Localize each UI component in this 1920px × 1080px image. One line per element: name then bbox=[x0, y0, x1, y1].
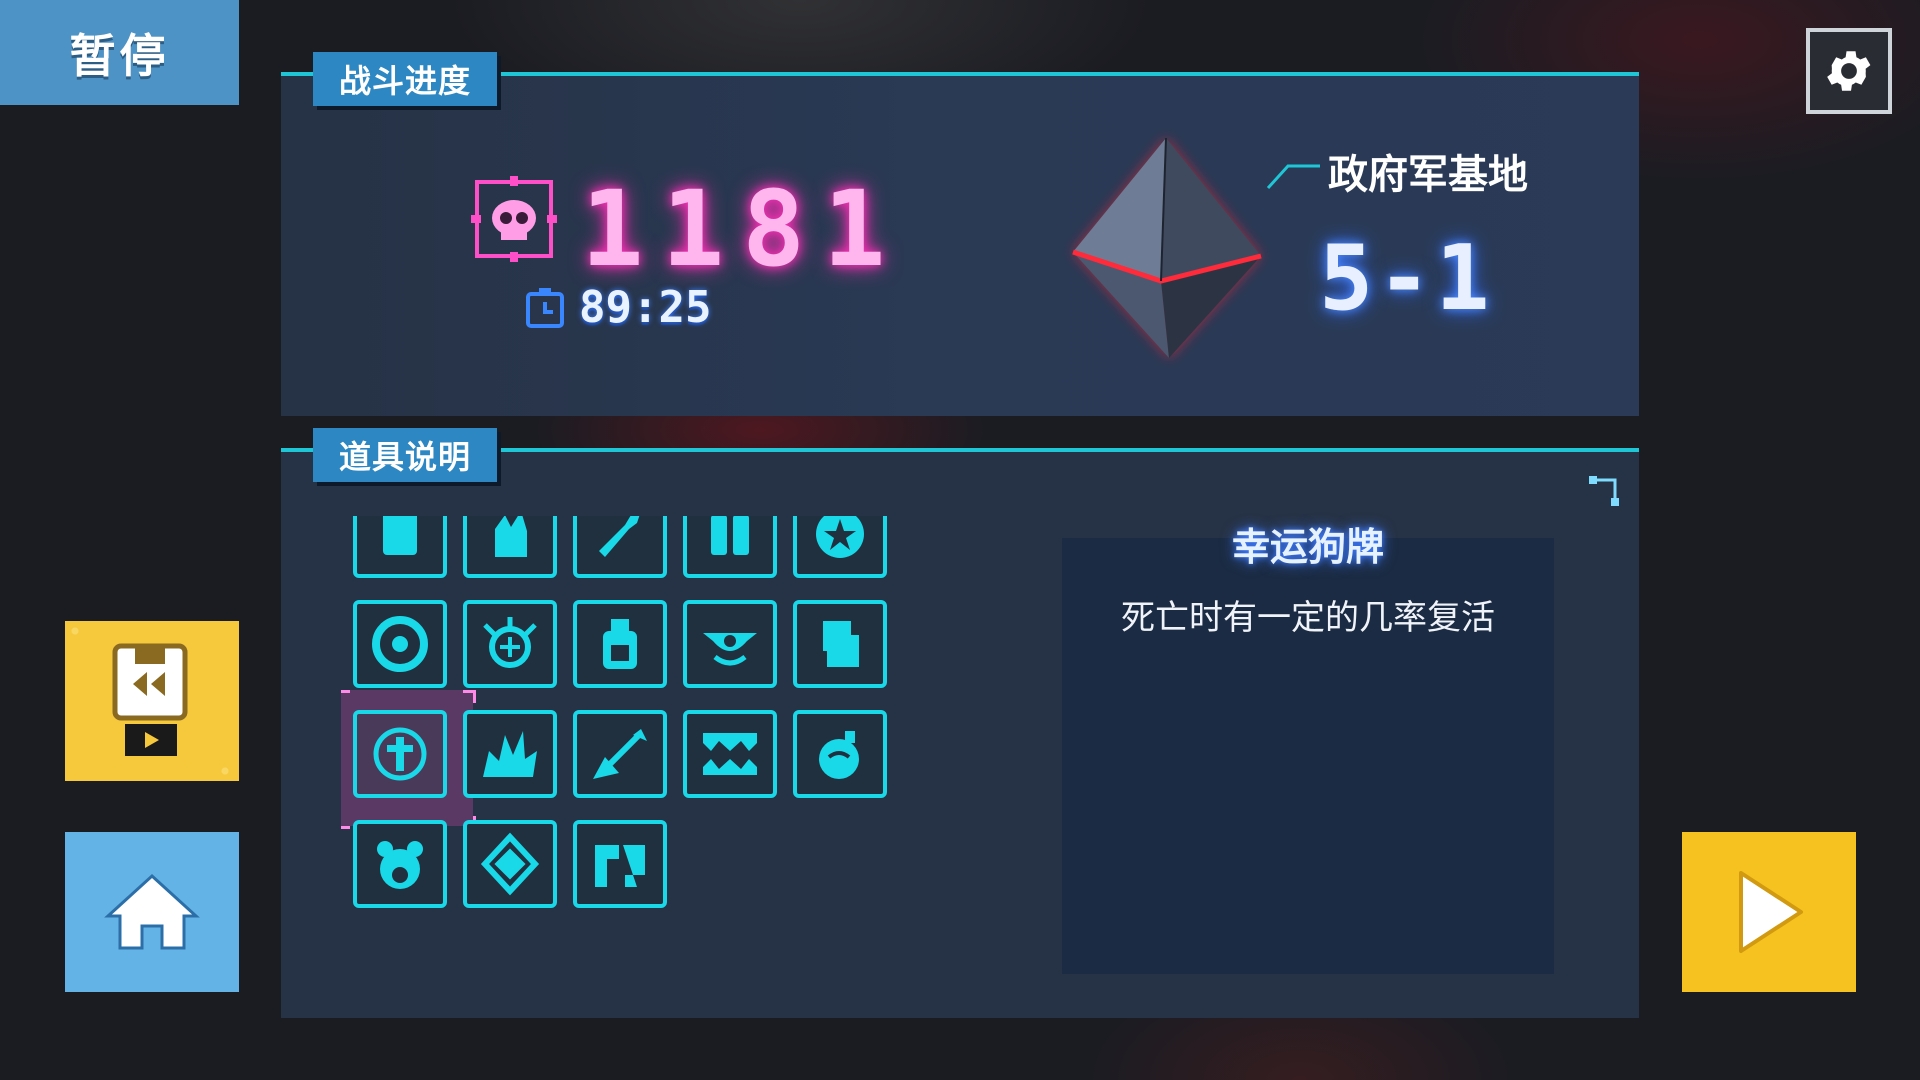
item-slot[interactable] bbox=[683, 516, 777, 578]
selection-corner bbox=[463, 690, 476, 703]
elapsed-time: 89:25 bbox=[579, 282, 712, 333]
crystal-burst-icon bbox=[480, 832, 540, 896]
skull-bear-icon bbox=[377, 841, 423, 889]
selection-corner bbox=[341, 816, 350, 829]
kill-count: 1181 bbox=[581, 168, 904, 290]
explosion-icon bbox=[483, 731, 537, 777]
selection-corner bbox=[341, 690, 350, 703]
skull-icon bbox=[471, 176, 557, 262]
fangs-icon bbox=[703, 733, 757, 775]
items-panel: 道具说明 幸运狗牌 死亡时有一定的几率复活 bbox=[281, 428, 1639, 1018]
pause-label: 暂停 bbox=[0, 0, 239, 105]
item-slot[interactable] bbox=[683, 600, 777, 688]
boots-icon bbox=[711, 516, 749, 555]
item-slot[interactable] bbox=[793, 710, 887, 798]
item-slot[interactable] bbox=[353, 600, 447, 688]
battle-progress-header: 战斗进度 bbox=[313, 52, 498, 106]
item-slot[interactable] bbox=[573, 710, 667, 798]
item-slot[interactable] bbox=[573, 600, 667, 688]
items-grid bbox=[341, 516, 901, 976]
fist-icon bbox=[823, 621, 859, 667]
target-ring-icon bbox=[372, 616, 428, 672]
item-slot[interactable] bbox=[353, 710, 447, 798]
item-slot[interactable] bbox=[353, 820, 447, 908]
item-slot[interactable] bbox=[463, 820, 557, 908]
eye-icon bbox=[703, 633, 757, 666]
home-icon bbox=[104, 873, 200, 950]
items-header: 道具说明 bbox=[313, 428, 498, 482]
resume-button[interactable] bbox=[1682, 832, 1856, 992]
item-description: 死亡时有一定的几率复活 bbox=[1121, 598, 1495, 638]
cross-badge-icon bbox=[373, 727, 427, 781]
fire-hand-icon bbox=[495, 516, 527, 557]
armor-icon bbox=[383, 516, 417, 555]
item-slot[interactable] bbox=[463, 600, 557, 688]
item-slot[interactable] bbox=[793, 600, 887, 688]
item-slot[interactable] bbox=[353, 516, 447, 578]
home-button[interactable] bbox=[65, 832, 239, 992]
crystal-icon bbox=[1072, 137, 1262, 358]
potion-jar-icon bbox=[603, 619, 637, 669]
bomb-icon bbox=[819, 731, 859, 779]
gear-icon bbox=[1827, 51, 1871, 91]
item-slot[interactable] bbox=[683, 710, 777, 798]
item-slot[interactable] bbox=[573, 820, 667, 908]
location-pointer bbox=[1266, 164, 1320, 190]
expand-icon[interactable] bbox=[1587, 474, 1623, 510]
replay-save-button[interactable] bbox=[65, 621, 239, 781]
item-slot[interactable] bbox=[463, 710, 557, 798]
wrench-icon bbox=[599, 516, 640, 557]
battle-progress-panel: 战斗进度 1181 89:25 政府军基地 5-1 bbox=[281, 52, 1639, 416]
settings-button[interactable] bbox=[1806, 28, 1892, 114]
play-icon bbox=[1739, 871, 1803, 953]
spiked-orb-icon bbox=[483, 617, 537, 668]
broken-shield-icon bbox=[595, 845, 645, 887]
replay-save-icon bbox=[112, 643, 188, 756]
item-slot[interactable] bbox=[463, 516, 557, 578]
item-slot[interactable] bbox=[793, 516, 887, 578]
item-slot[interactable] bbox=[573, 516, 667, 578]
stage-number: 5-1 bbox=[1319, 226, 1494, 331]
timer-icon bbox=[526, 288, 564, 328]
item-title: 幸运狗牌 bbox=[1231, 525, 1384, 569]
location-name: 政府军基地 bbox=[1328, 152, 1528, 198]
star-badge-icon bbox=[816, 516, 864, 558]
arrow-burst-icon bbox=[593, 729, 647, 779]
